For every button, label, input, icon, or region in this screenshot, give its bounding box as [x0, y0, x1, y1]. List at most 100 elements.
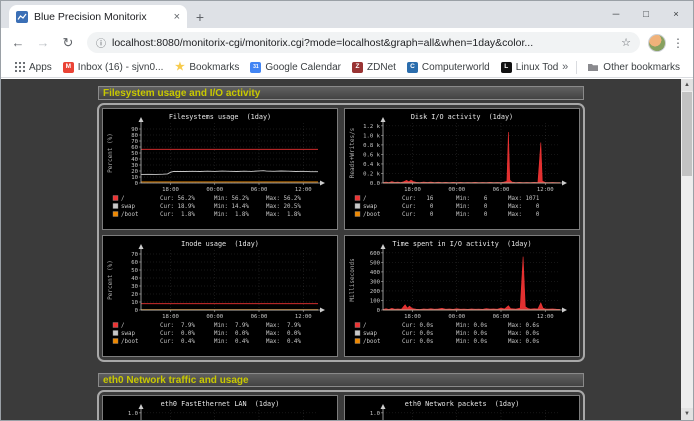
svg-text:Disk I/O activity (1day): Disk I/O activity (1day) [411, 113, 513, 121]
svg-text:Max: 0.0s: Max: 0.0s [508, 339, 539, 345]
svg-text:1.0: 1.0 [128, 411, 138, 417]
svg-text:/boot: /boot [363, 339, 380, 345]
address-bar[interactable]: ⓘ localhost:8080/monitorix-cgi/monitorix… [87, 32, 640, 53]
page-info-icon[interactable]: ⓘ [96, 35, 106, 50]
graph-filesystems-usage[interactable]: Filesystems usage (1day)Percent (%)01020… [102, 108, 338, 230]
page-scrollbar[interactable]: ▲ ▼ [681, 79, 693, 420]
svg-text:06:00: 06:00 [251, 314, 268, 320]
graph-disk-io-activity[interactable]: Disk I/O activity (1day)Reads+Writes/s0.… [344, 108, 580, 230]
eth0-packets-chart: eth0 Network packets (1day)0.00.20.40.60… [346, 397, 578, 420]
bookmark-item[interactable]: Apps [9, 59, 57, 75]
svg-text:Time spent in I/O activity (1: Time spent in I/O activity (1day) [392, 240, 531, 248]
bookmark-item[interactable]: 31 Google Calendar [245, 59, 346, 75]
maximize-button[interactable]: □ [631, 1, 661, 27]
svg-text:Min: 0.0s: Min: 0.0s [456, 339, 487, 345]
svg-text:500: 500 [370, 260, 380, 266]
svg-text:100: 100 [370, 298, 380, 304]
monitorix-content: Filesystem usage and I/O activity Filesy… [97, 86, 585, 420]
svg-text:Cur: 0.0s: Cur: 0.0s [402, 339, 433, 345]
apps-grid-icon [14, 62, 25, 73]
svg-text:swap: swap [363, 204, 377, 210]
forward-icon[interactable]: → [32, 32, 54, 54]
url-text[interactable]: localhost:8080/monitorix-cgi/monitorix.c… [112, 37, 615, 49]
bookmarks-bar-right: » Other bookmarks [559, 59, 685, 75]
navigation-bar: ← → ↻ ⓘ localhost:8080/monitorix-cgi/mon… [1, 28, 693, 57]
browser-menu-icon[interactable]: ⋮ [669, 32, 687, 54]
reload-icon[interactable]: ↻ [57, 32, 79, 54]
gmail-icon: M [63, 62, 74, 73]
svg-text:/boot: /boot [121, 212, 138, 218]
svg-text:40: 40 [132, 157, 139, 163]
tab-close-icon[interactable]: × [174, 11, 180, 23]
svg-text:18:00: 18:00 [404, 314, 421, 320]
svg-text:0.4 k: 0.4 k [363, 162, 380, 168]
svg-text:20: 20 [132, 169, 139, 175]
svg-text:/: / [363, 196, 367, 202]
svg-text:80: 80 [132, 133, 139, 139]
scrollbar-up-button[interactable]: ▲ [681, 79, 693, 91]
svg-text:10: 10 [132, 300, 139, 306]
svg-text:Max: 0.4%: Max: 0.4% [266, 339, 301, 345]
browser-tab[interactable]: Blue Precision Monitorix × [9, 5, 187, 28]
tab-strip: Blue Precision Monitorix × + ─ □ × [1, 1, 693, 28]
svg-text:/: / [121, 196, 125, 202]
profile-avatar[interactable] [648, 34, 666, 52]
svg-text:swap: swap [121, 331, 135, 337]
svg-text:eth0 FastEthernet LAN (1day): eth0 FastEthernet LAN (1day) [161, 400, 280, 408]
svg-text:Cur: 18.9%: Cur: 18.9% [160, 204, 195, 210]
svg-text:00:00: 00:00 [207, 314, 224, 320]
new-tab-button[interactable]: + [187, 5, 213, 28]
close-button[interactable]: × [661, 1, 691, 27]
graph-eth0-packets[interactable]: eth0 Network packets (1day)0.00.20.40.60… [344, 395, 580, 420]
svg-text:Min: 0.0%: Min: 0.0% [214, 331, 249, 337]
scrollbar-thumb[interactable] [682, 92, 692, 176]
bookmark-item[interactable]: ★ Bookmarks [169, 59, 244, 75]
svg-text:12:00: 12:00 [537, 314, 554, 320]
graph-inode-usage[interactable]: Inode usage (1day)Percent (%)01020304050… [102, 235, 338, 357]
bookmark-item[interactable]: C Computerworld [402, 59, 495, 75]
graph-eth0-traffic[interactable]: eth0 FastEthernet LAN (1day)0.00.20.40.6… [102, 395, 338, 420]
filesystem-graphs-frame: Filesystems usage (1day)Percent (%)01020… [97, 103, 585, 362]
bookmark-item[interactable]: M Inbox (16) - sjvn0... [58, 59, 169, 75]
bookmark-star-icon[interactable]: ☆ [621, 36, 631, 49]
svg-text:Cur: 16: Cur: 16 [402, 196, 434, 202]
back-icon[interactable]: ← [7, 32, 29, 54]
bookmarks-separator [576, 61, 577, 74]
svg-text:Max: 1071: Max: 1071 [508, 196, 540, 202]
bookmark-item[interactable]: Z ZDNet [347, 59, 401, 75]
svg-text:Min: 1.8%: Min: 1.8% [214, 212, 249, 218]
svg-text:Max: 1.8%: Max: 1.8% [266, 212, 301, 218]
bookmarks-overflow-icon[interactable]: » [559, 61, 571, 73]
svg-text:200: 200 [370, 289, 380, 295]
monitorix-favicon-icon [16, 11, 28, 23]
svg-text:/boot: /boot [121, 339, 138, 345]
tab-title: Blue Precision Monitorix [34, 11, 168, 23]
svg-text:Max: 0: Max: 0 [508, 204, 540, 210]
svg-text:/: / [363, 323, 367, 329]
folder-icon [587, 62, 599, 72]
zdnet-icon: Z [352, 62, 363, 73]
svg-text:400: 400 [370, 270, 380, 276]
svg-text:18:00: 18:00 [404, 187, 421, 193]
scrollbar-down-button[interactable]: ▼ [681, 408, 693, 420]
graph-time-spent-io[interactable]: Time spent in I/O activity (1day)Millise… [344, 235, 580, 357]
svg-text:1.2 k: 1.2 k [363, 124, 380, 130]
bookmark-label: ZDNet [367, 62, 396, 73]
svg-text:0.8 k: 0.8 k [363, 143, 380, 149]
svg-text:Cur: 56.2%: Cur: 56.2% [160, 196, 195, 202]
svg-text:swap: swap [363, 331, 377, 337]
time-spent-io-chart: Time spent in I/O activity (1day)Millise… [346, 237, 578, 355]
svg-text:Min: 0.0s: Min: 0.0s [456, 323, 487, 329]
svg-text:30: 30 [132, 163, 139, 169]
svg-text:Cur: 0: Cur: 0 [402, 212, 434, 218]
minimize-button[interactable]: ─ [601, 1, 631, 27]
svg-text:0.2 k: 0.2 k [363, 171, 380, 177]
other-bookmarks-button[interactable]: Other bookmarks [582, 59, 685, 75]
svg-text:0: 0 [135, 308, 138, 314]
svg-text:Min: 0.0s: Min: 0.0s [456, 331, 487, 337]
svg-text:70: 70 [132, 252, 139, 258]
svg-text:Percent (%): Percent (%) [107, 260, 114, 300]
svg-text:Cur: 0.0%: Cur: 0.0% [160, 331, 195, 337]
svg-text:Cur: 0.0s: Cur: 0.0s [402, 331, 433, 337]
bookmark-item[interactable]: L Linux Today [496, 59, 558, 75]
